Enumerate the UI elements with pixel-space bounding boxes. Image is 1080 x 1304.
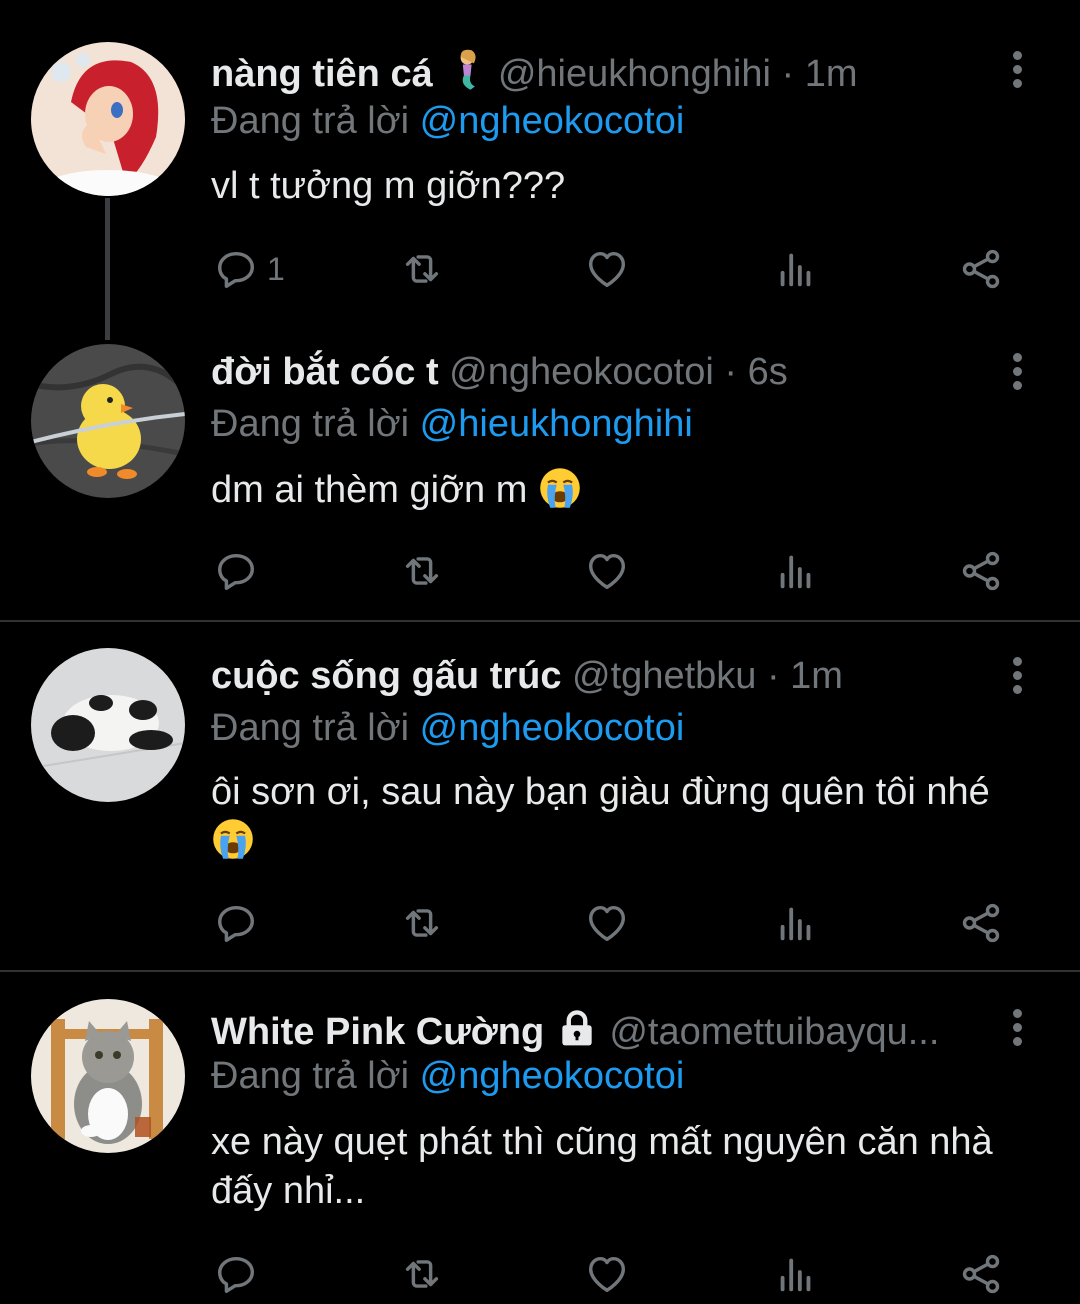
retweet-icon: [399, 548, 445, 594]
reply-icon: [213, 900, 259, 946]
tweet[interactable]: nàng tiên cá @hieukhonghihi · 1m Đang tr…: [0, 0, 1080, 340]
views-button[interactable]: [773, 239, 819, 299]
retweet-icon: [399, 246, 445, 292]
reply-button[interactable]: [213, 893, 259, 953]
like-button[interactable]: [584, 239, 630, 299]
like-button[interactable]: [584, 541, 630, 601]
handle-and-time[interactable]: @tghetbku · 1m: [572, 655, 843, 697]
tweet-header: nàng tiên cá @hieukhonghihi · 1m: [211, 48, 990, 96]
mention-link[interactable]: @ngheokocotoi: [420, 707, 685, 749]
action-bar: [0, 1244, 1080, 1304]
share-icon: [958, 1251, 1004, 1297]
share-icon: [958, 900, 1004, 946]
mermaid-emoji: [443, 48, 487, 92]
retweet-button[interactable]: [399, 541, 445, 601]
share-icon: [958, 246, 1004, 292]
retweet-button[interactable]: [399, 239, 445, 299]
reply-icon: [213, 246, 259, 292]
tweet-text: vl t tưởng m giỡn???: [211, 165, 566, 207]
reply-button[interactable]: [213, 1244, 259, 1304]
views-icon: [773, 548, 819, 594]
retweet-button[interactable]: [399, 1244, 445, 1304]
share-button[interactable]: [958, 541, 1004, 601]
action-bar: [0, 541, 1080, 601]
tweet-header: cuộc sống gấu trúc @tghetbku · 1m: [211, 654, 990, 698]
tweet-header: White Pink Cường @taomettuibayqu...: [211, 1006, 990, 1054]
avatar[interactable]: [31, 42, 185, 196]
display-name[interactable]: cuộc sống gấu trúc: [211, 655, 561, 697]
replying-to-label: Đang trả lời: [211, 100, 420, 142]
avatar[interactable]: [31, 344, 185, 498]
loudly-crying-face: [538, 466, 582, 510]
like-icon: [584, 1251, 630, 1297]
share-button[interactable]: [958, 893, 1004, 953]
reply-icon: [213, 548, 259, 594]
mention-link[interactable]: @hieukhonghihi: [420, 403, 693, 445]
like-button[interactable]: [584, 893, 630, 953]
tweet-text: dm ai thèm giỡn m: [211, 466, 1011, 515]
tweet-text: ôi sơn ơi, sau này bạn giàu đừng quên tô…: [211, 768, 1011, 866]
tweet[interactable]: cuộc sống gấu trúc @tghetbku · 1m Đang t…: [0, 622, 1080, 970]
handle[interactable]: @taomettuibayqu...: [609, 1011, 939, 1053]
tweet-text-content: ôi sơn ơi, sau này bạn giàu đừng quên tô…: [211, 771, 990, 813]
replying-to-label: Đang trả lời: [211, 1055, 420, 1097]
retweet-button[interactable]: [399, 893, 445, 953]
replying-to: Đang trả lời @ngheokocotoi: [211, 99, 684, 143]
tweet[interactable]: đời bắt cóc t @ngheokocotoi · 6s Đang tr…: [0, 340, 1080, 622]
views-button[interactable]: [773, 541, 819, 601]
share-icon: [958, 548, 1004, 594]
replying-to: Đang trả lời @hieukhonghihi: [211, 402, 693, 446]
loudly-crying-face: [211, 817, 255, 861]
lock-icon: [555, 1006, 599, 1050]
avatar[interactable]: [31, 999, 185, 1153]
retweet-icon: [399, 900, 445, 946]
like-icon: [584, 900, 630, 946]
like-icon: [584, 548, 630, 594]
share-button[interactable]: [958, 239, 1004, 299]
replying-to-label: Đang trả lời: [211, 403, 420, 445]
like-button[interactable]: [584, 1244, 630, 1304]
share-button[interactable]: [958, 1244, 1004, 1304]
display-name[interactable]: White Pink Cường: [211, 1011, 544, 1053]
replying-to-label: Đang trả lời: [211, 707, 420, 749]
more-options-icon[interactable]: [1000, 653, 1034, 697]
tweet-header: đời bắt cóc t @ngheokocotoi · 6s: [211, 350, 990, 394]
avatar[interactable]: [31, 648, 185, 802]
display-name[interactable]: đời bắt cóc t: [211, 351, 439, 393]
replying-to: Đang trả lời @ngheokocotoi: [211, 706, 684, 750]
more-options-icon[interactable]: [1000, 47, 1034, 91]
mention-link[interactable]: @ngheokocotoi: [420, 1055, 685, 1097]
reply-icon: [213, 1251, 259, 1297]
replying-to: Đang trả lời @ngheokocotoi: [211, 1054, 684, 1098]
handle-and-time[interactable]: @hieukhonghihi · 1m: [498, 53, 858, 95]
more-options-icon[interactable]: [1000, 349, 1034, 393]
tweet[interactable]: White Pink Cường @taomettuibayqu... Đang…: [0, 972, 1080, 1303]
views-icon: [773, 900, 819, 946]
action-bar: 1: [0, 239, 1080, 299]
reply-count: 1: [267, 250, 285, 287]
views-button[interactable]: [773, 893, 819, 953]
action-bar: [0, 893, 1080, 953]
reply-button[interactable]: [213, 541, 259, 601]
handle-and-time[interactable]: @ngheokocotoi · 6s: [449, 351, 788, 393]
retweet-icon: [399, 1251, 445, 1297]
views-icon: [773, 246, 819, 292]
views-button[interactable]: [773, 1244, 819, 1304]
like-icon: [584, 246, 630, 292]
display-name[interactable]: nàng tiên cá: [211, 53, 433, 95]
tweet-text: xe này quẹt phát thì cũng mất nguyên căn…: [211, 1121, 993, 1212]
views-icon: [773, 1251, 819, 1297]
tweet-text-content: dm ai thèm giỡn m: [211, 469, 528, 511]
reply-button[interactable]: 1: [213, 239, 285, 299]
more-options-icon[interactable]: [1000, 1005, 1034, 1049]
mention-link[interactable]: @ngheokocotoi: [420, 100, 685, 142]
